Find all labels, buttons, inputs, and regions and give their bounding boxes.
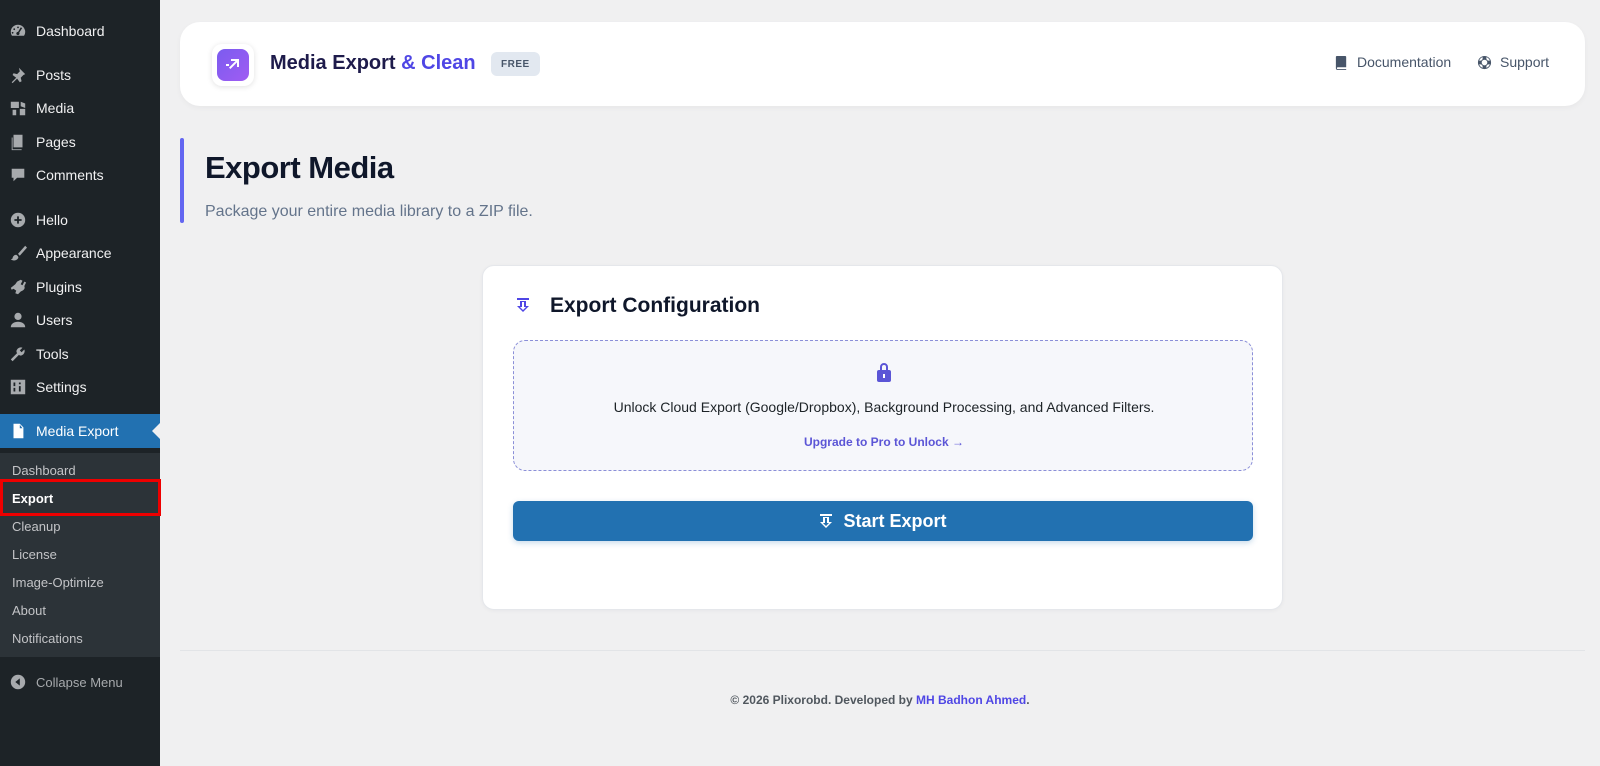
pro-upsell-box: Unlock Cloud Export (Google/Dropbox), Ba…	[513, 340, 1253, 471]
app-title: Media Export & Clean	[270, 52, 476, 75]
download-icon	[517, 298, 529, 312]
documentation-label: Documentation	[1357, 54, 1452, 70]
sidebar-item-pages[interactable]: Pages	[0, 125, 160, 159]
sidebar-item-label: Dashboard	[36, 23, 105, 39]
lifebuoy-icon	[1477, 55, 1492, 69]
pin-icon	[0, 66, 36, 84]
footer-end: .	[1026, 693, 1030, 707]
download-icon	[820, 514, 833, 528]
media-icon	[0, 99, 36, 117]
plus-circle-icon	[0, 211, 36, 229]
sidebar-item-label: Hello	[36, 212, 68, 228]
document-icon	[0, 422, 36, 440]
sidebar-item-label: Plugins	[36, 279, 82, 295]
media-export-submenu: Dashboard Export Cleanup License Image-O…	[0, 453, 160, 657]
plugin-header: Media Export & Clean FREE Documentation …	[180, 22, 1585, 106]
plan-badge: FREE	[491, 52, 540, 76]
plugins-icon	[0, 278, 36, 296]
sidebar-item-users[interactable]: Users	[0, 303, 160, 337]
documentation-link[interactable]: Documentation	[1334, 54, 1451, 70]
comments-icon	[0, 166, 36, 184]
footer-divider	[180, 650, 1585, 651]
sidebar-item-label: Media	[36, 100, 75, 116]
submenu-item-export[interactable]: Export	[0, 484, 160, 512]
submenu-item-cleanup[interactable]: Cleanup	[0, 512, 160, 540]
lock-icon	[877, 363, 891, 382]
upgrade-pro-link[interactable]: Upgrade to Pro to Unlock →	[514, 435, 1254, 449]
sidebar-item-label: Tools	[36, 346, 69, 362]
submenu-item-license[interactable]: License	[0, 540, 160, 568]
start-export-button[interactable]: Start Export	[513, 501, 1253, 541]
support-link[interactable]: Support	[1477, 54, 1549, 70]
page-title: Export Media	[205, 150, 394, 185]
sidebar-item-label: Pages	[36, 134, 76, 150]
plugin-logo	[212, 44, 254, 86]
sidebar-item-label: Users	[36, 312, 73, 328]
footer-credits: © 2026 Plixorobd. Developed by MH Badhon…	[160, 693, 1600, 707]
settings-icon	[0, 378, 36, 396]
export-configuration-card: Export Configuration Unlock Cloud Export…	[482, 265, 1283, 610]
sidebar-item-hello[interactable]: Hello	[0, 203, 160, 237]
sidebar-item-label: Media Export	[36, 423, 119, 439]
sidebar-item-media-export[interactable]: Media Export	[0, 414, 160, 448]
paintbrush-icon	[0, 244, 36, 262]
sidebar-item-dashboard[interactable]: Dashboard	[0, 14, 160, 48]
submenu-item-dashboard[interactable]: Dashboard	[0, 456, 160, 484]
sidebar-item-appearance[interactable]: Appearance	[0, 236, 160, 270]
page-subtitle: Package your entire media library to a Z…	[205, 203, 533, 220]
admin-sidebar: Dashboard Posts Media Pages Comments Hel…	[0, 0, 161, 766]
users-icon	[0, 311, 36, 329]
sidebar-item-label: Comments	[36, 167, 104, 183]
app-title-main: Media Export	[270, 52, 402, 74]
heading-accent-bar	[180, 138, 184, 223]
pages-icon	[0, 133, 36, 151]
sidebar-item-posts[interactable]: Posts	[0, 58, 160, 92]
footer-author-link[interactable]: MH Badhon Ahmed	[916, 693, 1026, 707]
submenu-item-about[interactable]: About	[0, 596, 160, 624]
sidebar-item-label: Posts	[36, 67, 72, 83]
collapse-menu-label: Collapse Menu	[36, 674, 123, 690]
dashboard-icon	[0, 22, 36, 40]
support-label: Support	[1500, 54, 1550, 70]
footer-copyright: © 2026 Plixorobd. Developed by	[730, 693, 916, 707]
start-export-label: Start Export	[843, 510, 947, 531]
sidebar-item-media[interactable]: Media	[0, 91, 160, 125]
sidebar-item-settings[interactable]: Settings	[0, 370, 160, 404]
app-title-accent: & Clean	[401, 52, 476, 74]
submenu-item-image-optimize[interactable]: Image-Optimize	[0, 568, 160, 596]
sidebar-item-label: Appearance	[36, 245, 112, 261]
wrench-icon	[0, 345, 36, 363]
collapse-arrow-icon	[0, 673, 36, 691]
sidebar-item-plugins[interactable]: Plugins	[0, 270, 160, 304]
submenu-item-notifications[interactable]: Notifications	[0, 624, 160, 652]
sidebar-item-tools[interactable]: Tools	[0, 337, 160, 371]
pro-message: Unlock Cloud Export (Google/Dropbox), Ba…	[613, 399, 1155, 415]
export-logo-icon	[217, 49, 249, 81]
book-icon	[1335, 55, 1347, 70]
sidebar-item-label: Settings	[36, 379, 87, 395]
card-title: Export Configuration	[550, 294, 760, 317]
collapse-menu-button[interactable]: Collapse Menu	[0, 665, 160, 699]
sidebar-item-comments[interactable]: Comments	[0, 158, 160, 192]
